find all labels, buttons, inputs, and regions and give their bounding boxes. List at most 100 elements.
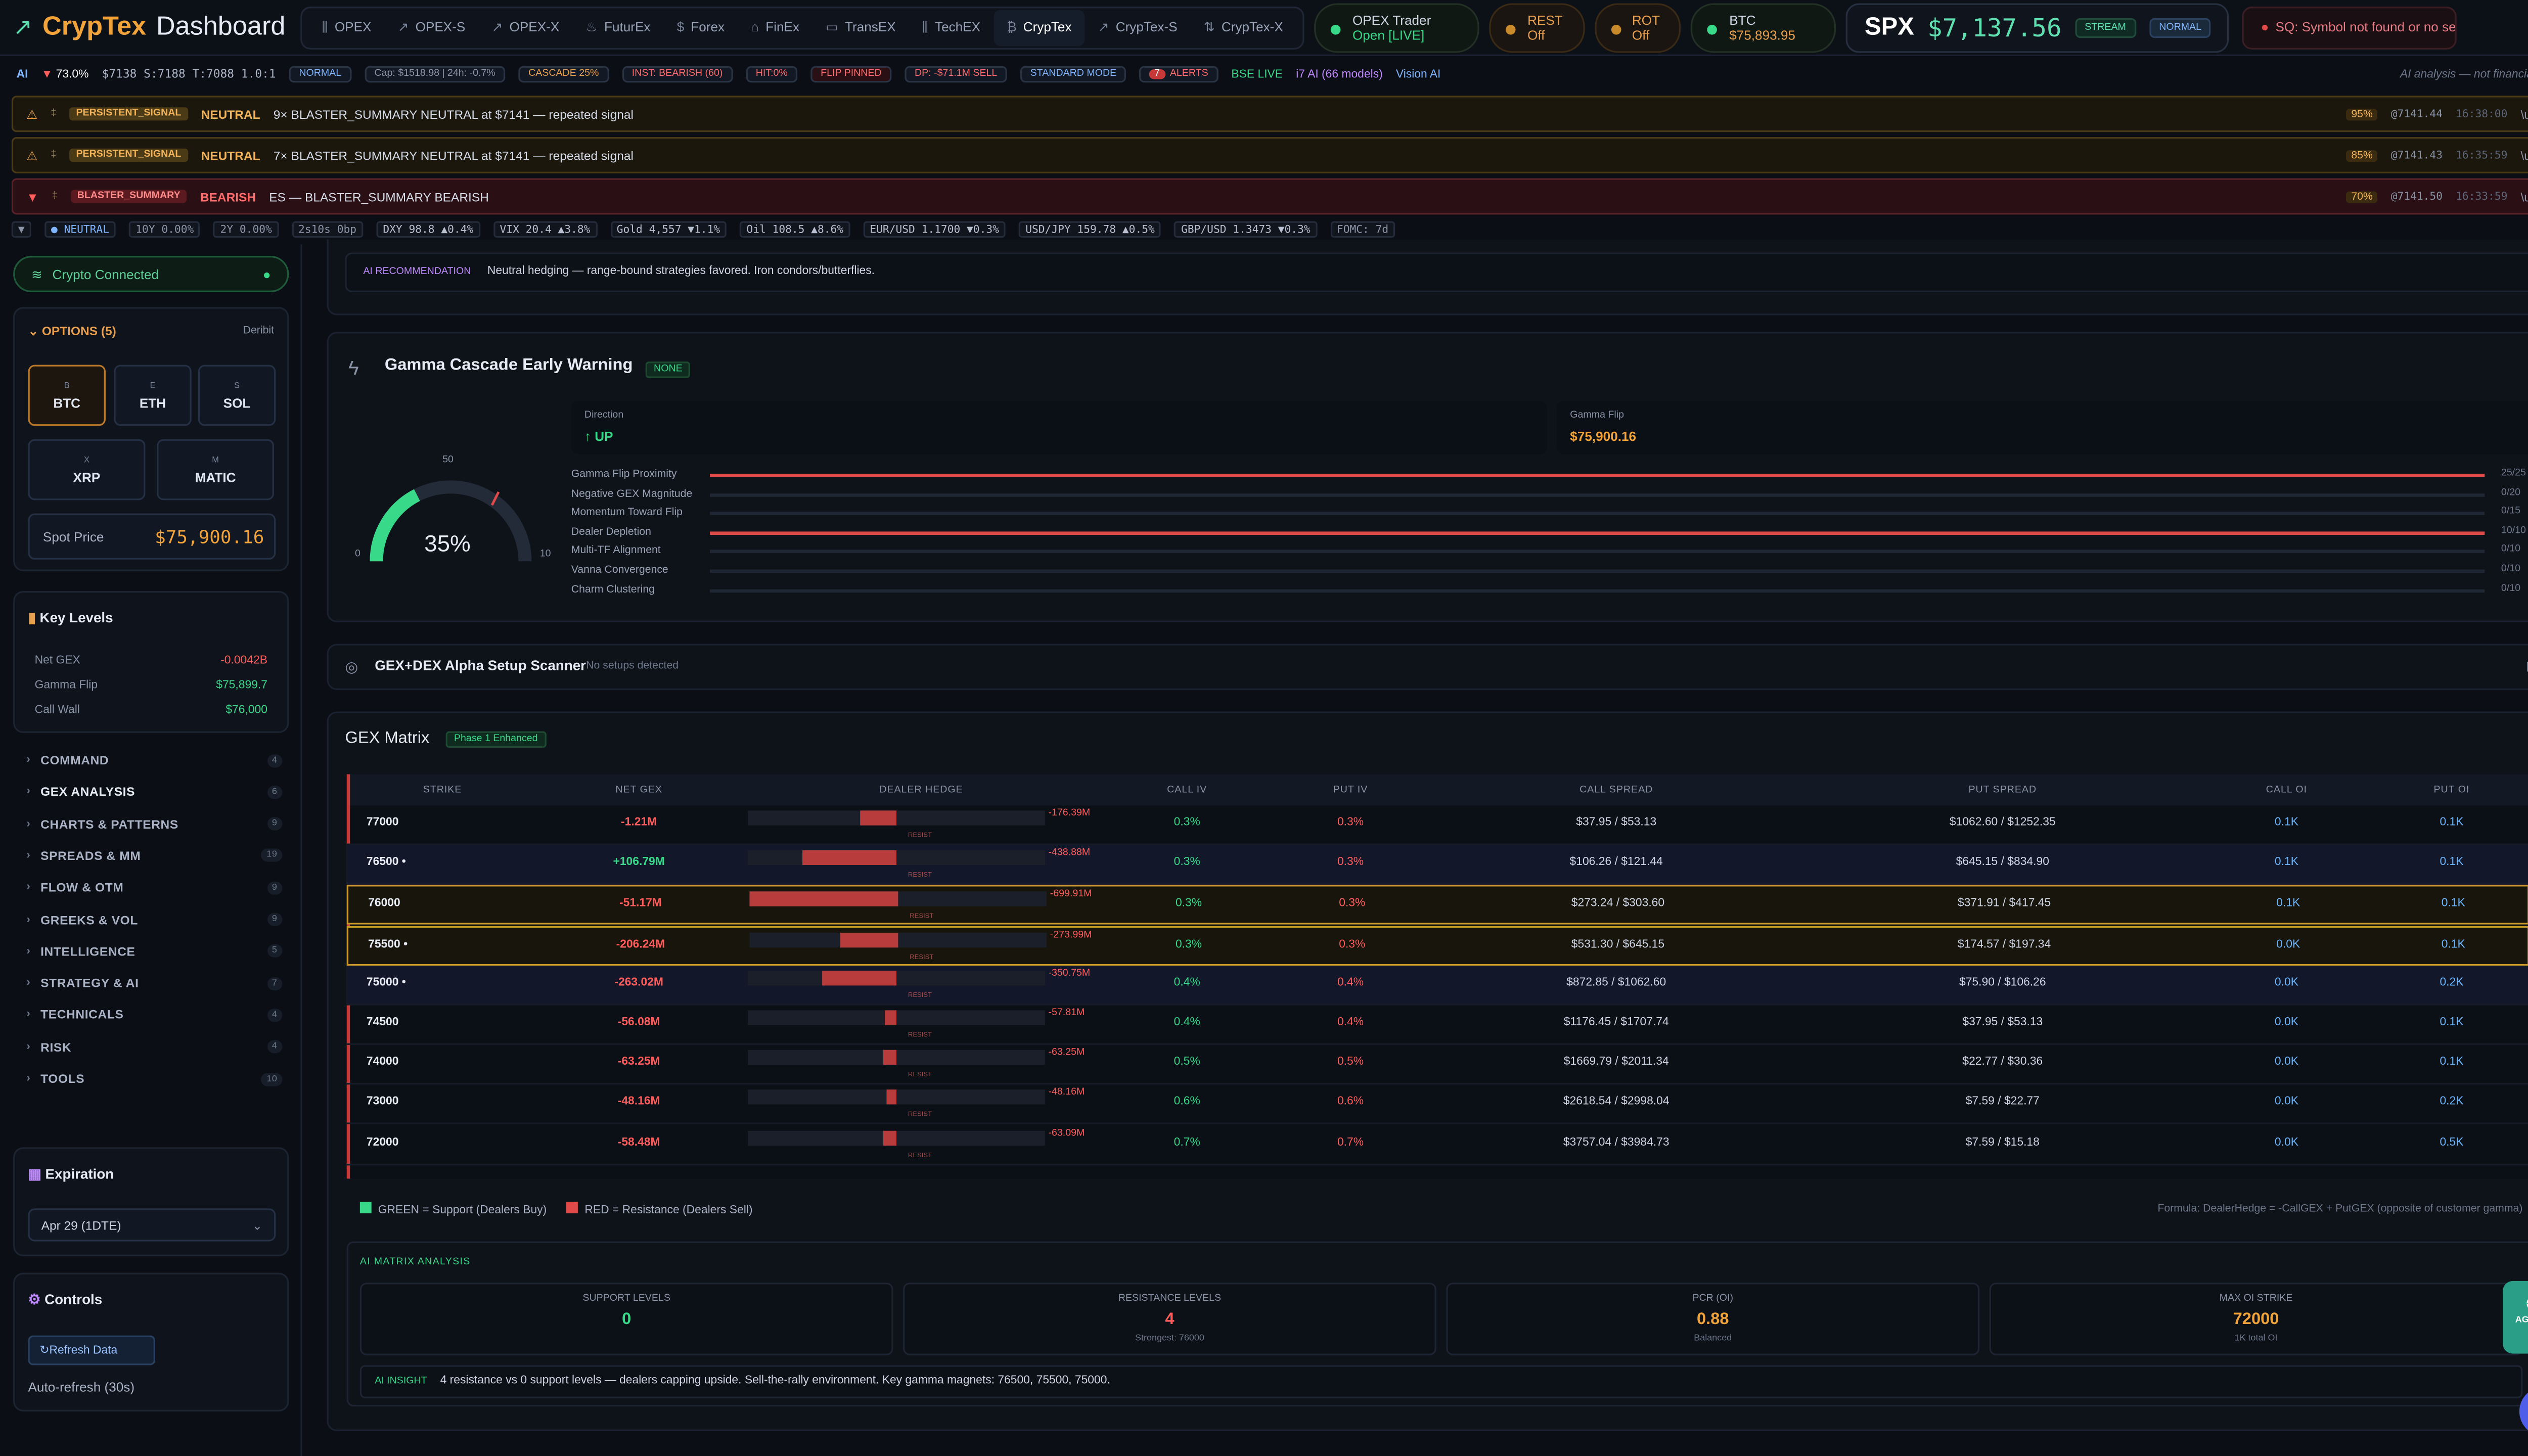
nav-opex-s[interactable]: ↗ OPEX-S bbox=[385, 9, 479, 46]
menu-charts-patterns[interactable]: › CHARTS & PATTERNS 9 bbox=[26, 816, 283, 831]
column-header[interactable]: PUT SPREAD bbox=[1936, 786, 2068, 796]
menu-spreads-mm[interactable]: › SPREADS & MM 19 bbox=[26, 848, 283, 863]
chevron-right-icon: › bbox=[26, 914, 31, 926]
table-row[interactable]: 76000 -51.17M -699.91M RESIST 0.3% 0.3% $273.2… bbox=[346, 885, 2528, 925]
ticker-item: EUR/USD 1.1700 ▼0.3% bbox=[863, 221, 1006, 238]
alert-row[interactable]: ⚠ ‡ PERSISTENT_SIGNAL NEUTRAL 9× BLASTER_SUM… bbox=[11, 96, 2528, 132]
controls-title: Controls bbox=[44, 1291, 103, 1308]
dismiss-alert-button[interactable]: \u00D7 bbox=[2521, 148, 2528, 162]
menu-risk[interactable]: › RISK 4 bbox=[26, 1039, 283, 1055]
error-badge[interactable]: ● SQ: Symbol not found or no se... bbox=[2242, 6, 2458, 49]
column-header[interactable]: CALL SPREAD bbox=[1550, 786, 1682, 796]
cascade-chip[interactable]: CASCADE 25% bbox=[518, 66, 609, 83]
brand[interactable]: ↗ CrypTex Dashboard bbox=[0, 12, 294, 42]
menu-flow-otm[interactable]: › FLOW & OTM 9 bbox=[26, 880, 283, 895]
btc-status[interactable]: BTC $75,893.95 bbox=[1691, 2, 1837, 52]
dp-chip[interactable]: DP: -$71.1M SELL bbox=[905, 66, 1007, 83]
nav-opex[interactable]: ⫼ OPEX bbox=[309, 9, 385, 46]
menu-tools[interactable]: › TOOLS 10 bbox=[26, 1071, 283, 1086]
analysis-stat: PCR (OI) 0.88 Balanced bbox=[1446, 1283, 1980, 1355]
nav-cryptex-s[interactable]: ↗ CrypTex-S bbox=[1085, 9, 1191, 46]
options-header[interactable]: ⌄ OPTIONS (5) bbox=[28, 324, 116, 338]
alert-row[interactable]: ⚠ ‡ PERSISTENT_SIGNAL NEUTRAL 7× BLASTER_SUM… bbox=[11, 137, 2528, 173]
menu-technicals[interactable]: › TECHNICALS 4 bbox=[26, 1008, 283, 1022]
dismiss-alert-button[interactable]: \u00D7 bbox=[2521, 107, 2528, 121]
column-header[interactable]: NET GEX bbox=[573, 786, 705, 796]
rot-status[interactable]: ROT Off bbox=[1594, 2, 1682, 52]
nav-futurex[interactable]: ♨ FuturEx bbox=[572, 9, 663, 46]
inst-chip[interactable]: INST: BEARISH (60) bbox=[622, 66, 733, 83]
table-row[interactable]: 74500 -56.08M -57.81M RESIST 0.4% 0.4% $1176.4… bbox=[346, 1006, 2528, 1045]
menu-intelligence[interactable]: › INTELLIGENCE 5 bbox=[26, 944, 283, 959]
agents-button[interactable]: ❂ AGENTS bbox=[2503, 1281, 2528, 1354]
hedge-track bbox=[749, 932, 1047, 947]
opex-trader-status[interactable]: OPEX Trader Open [LIVE] bbox=[1314, 2, 1480, 52]
column-header[interactable]: STRIKE bbox=[376, 786, 508, 796]
call-oi-cell: 0.1K bbox=[2274, 857, 2298, 869]
ai-rec-tag: AI RECOMMENDATION bbox=[363, 267, 471, 278]
spx-quote[interactable]: SPX $7,137.56 STREAM NORMAL bbox=[1846, 2, 2230, 52]
put-spread-cell: $7.59 / $22.77 bbox=[1965, 1097, 2040, 1109]
coin-name: XRP bbox=[73, 469, 101, 485]
dismiss-alert-button[interactable]: \u00D7 bbox=[2521, 189, 2528, 204]
nav-techex[interactable]: ⫼ TechEX bbox=[909, 9, 994, 46]
menu-command[interactable]: › COMMAND 4 bbox=[26, 753, 283, 767]
table-row[interactable]: 74000 -63.25M -63.25M RESIST 0.5% 0.5% $1669.7… bbox=[346, 1045, 2528, 1085]
table-row[interactable]: 77000 -1.21M -176.39M RESIST 0.3% 0.3% $37.95 … bbox=[346, 805, 2528, 845]
menu-gex-analysis[interactable]: › GEX ANALYSIS 6 bbox=[26, 785, 283, 799]
nav-label: FuturEx bbox=[604, 20, 651, 35]
put-spread-cell: $645.15 / $834.90 bbox=[1956, 857, 2049, 869]
call-spread-cell: $1669.79 / $2011.34 bbox=[1563, 1057, 1669, 1069]
coin-btc[interactable]: B BTC bbox=[28, 365, 106, 426]
table-row[interactable]: 76500 • +106.79M -438.88M RESIST 0.3% 0.3% $10… bbox=[346, 845, 2528, 885]
normal-chip[interactable]: NORMAL bbox=[289, 66, 351, 83]
flip-chip[interactable]: FLIP PINNED bbox=[810, 66, 892, 83]
coin-sol[interactable]: S SOL bbox=[198, 365, 276, 426]
alerts-chip[interactable]: 7 ALERTS bbox=[1139, 66, 1218, 83]
btc-price: $75,893.95 bbox=[1729, 27, 1795, 42]
analysis-stat: SUPPORT LEVELS 0 bbox=[359, 1283, 893, 1355]
green-swatch-icon bbox=[359, 1202, 372, 1213]
coin-matic[interactable]: M MATIC bbox=[157, 439, 275, 500]
hedge-bar bbox=[886, 1090, 897, 1105]
column-header[interactable]: CALL IV bbox=[1121, 786, 1253, 796]
call-oi-cell: 0.0K bbox=[2274, 1057, 2298, 1069]
menu-greeks-vol[interactable]: › GREEKS & VOL 9 bbox=[26, 912, 283, 927]
menu-strategy-ai[interactable]: › STRATEGY & AI 7 bbox=[26, 976, 283, 990]
cap-chip[interactable]: Cap: $1518.98 | 24h: -0.7% bbox=[364, 66, 506, 83]
ticker-item: GBP/USD 1.3473 ▼0.3% bbox=[1175, 221, 1317, 238]
call-iv-cell: 0.4% bbox=[1173, 1017, 1200, 1029]
stat-value: 0 bbox=[622, 1310, 631, 1329]
calendar-icon: ▦ bbox=[28, 1165, 46, 1182]
column-header[interactable]: DEALER HEDGE bbox=[855, 786, 987, 796]
standard-mode-chip[interactable]: STANDARD MODE bbox=[1020, 66, 1126, 83]
nav-finex[interactable]: ⌂ FinEx bbox=[738, 9, 812, 46]
column-header[interactable]: PUT OI bbox=[2385, 786, 2517, 796]
table-row[interactable]: 72000 -58.48M -63.09M RESIST 0.7% 0.7% $3757.0… bbox=[346, 1125, 2528, 1165]
nav-cryptex[interactable]: ₿ CrypTex bbox=[994, 9, 1085, 46]
nav-opex-x[interactable]: ↗ OPEX-X bbox=[478, 9, 572, 46]
alert-row[interactable]: ▼ ‡ BLASTER_SUMMARY BEARISH ES — BLASTER_SUM… bbox=[11, 178, 2528, 215]
nav-transex[interactable]: ▭ TransEX bbox=[812, 9, 909, 46]
status-dot-icon bbox=[1506, 24, 1516, 34]
column-header[interactable]: PUT IV bbox=[1284, 786, 1416, 796]
nav-cryptex-x[interactable]: ⇅ CrypTex-X bbox=[1191, 9, 1296, 46]
table-row[interactable]: 75500 • -206.24M -273.99M RESIST 0.3% 0.3% $53… bbox=[346, 925, 2528, 965]
refresh-data-button[interactable]: ↻Refresh Data bbox=[28, 1335, 155, 1366]
hit-chip[interactable]: HIT:0% bbox=[746, 66, 798, 83]
factor-value: 0/20 bbox=[2501, 488, 2521, 498]
column-header[interactable]: CALL OI bbox=[2221, 786, 2353, 796]
rest-status[interactable]: REST Off bbox=[1489, 2, 1585, 52]
direction-label: Direction bbox=[584, 411, 624, 421]
net-gex-cell: -56.08M bbox=[617, 1017, 660, 1029]
alpha-scanner-panel[interactable]: ◎ GEX+DEX Alpha Setup Scanner No setups … bbox=[327, 644, 2528, 690]
table-row[interactable]: 75000 • -263.02M -350.75M RESIST 0.4% 0.4% $87… bbox=[346, 965, 2528, 1005]
hedge-value: -63.25M bbox=[1048, 1049, 1085, 1059]
alert-confidence: 85% bbox=[2346, 149, 2378, 161]
nav-forex[interactable]: $ Forex bbox=[664, 9, 738, 46]
coin-xrp[interactable]: X XRP bbox=[28, 439, 146, 500]
table-row[interactable]: 73000 -48.16M -48.16M RESIST 0.6% 0.6% $2618.5… bbox=[346, 1085, 2528, 1125]
coin-eth[interactable]: E ETH bbox=[114, 365, 192, 426]
expiration-select[interactable]: Apr 29 (1DTE) ⌄ bbox=[28, 1208, 276, 1242]
trend-icon: ↗ bbox=[397, 20, 409, 35]
